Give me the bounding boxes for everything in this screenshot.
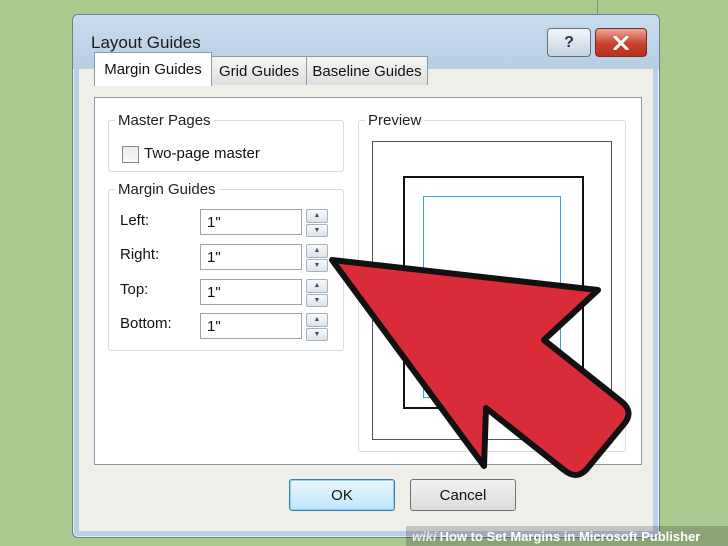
watermark-text: How to Set Margins in Microsoft Publishe… <box>439 528 701 544</box>
close-button[interactable] <box>595 28 647 57</box>
bottom-margin-input[interactable] <box>200 313 302 339</box>
left-margin-input[interactable] <box>200 209 302 235</box>
top-margin-stepper[interactable]: ▲ ▼ <box>306 279 328 307</box>
spin-down-icon[interactable]: ▼ <box>306 223 328 237</box>
spin-down-icon[interactable]: ▼ <box>306 258 328 272</box>
spin-up-icon[interactable]: ▲ <box>306 244 328 258</box>
tab-grid-guides[interactable]: Grid Guides <box>211 56 307 85</box>
dialog-title: Layout Guides <box>91 33 201 52</box>
tab-baseline-guides[interactable]: Baseline Guides <box>306 56 428 85</box>
spin-up-icon[interactable]: ▲ <box>306 313 328 327</box>
ok-button[interactable]: OK <box>289 479 395 511</box>
left-label: Left: <box>120 212 150 229</box>
right-margin-stepper[interactable]: ▲ ▼ <box>306 244 328 272</box>
help-icon: ? <box>564 33 574 51</box>
left-margin-stepper[interactable]: ▲ ▼ <box>306 209 328 237</box>
two-page-master-label: Two-page master <box>144 145 260 162</box>
spin-up-icon[interactable]: ▲ <box>306 279 328 293</box>
bottom-label: Bottom: <box>120 315 172 332</box>
spin-up-icon[interactable]: ▲ <box>306 209 328 223</box>
tab-grid-guides-label: Grid Guides <box>218 62 300 80</box>
bottom-margin-stepper[interactable]: ▲ ▼ <box>306 313 328 341</box>
tab-margin-guides-label: Margin Guides <box>104 61 202 78</box>
watermark-wiki: wiki <box>412 528 437 544</box>
right-label: Right: <box>120 246 160 263</box>
two-page-master-checkbox[interactable] <box>122 146 139 163</box>
cancel-label: Cancel <box>439 486 487 504</box>
watermark-banner: wiki How to Set Margins in Microsoft Pub… <box>406 526 728 546</box>
margin-guides-legend: Margin Guides <box>118 181 216 198</box>
help-button[interactable]: ? <box>547 28 591 57</box>
master-pages-group: Master Pages <box>108 112 344 172</box>
right-margin-input[interactable] <box>200 244 302 270</box>
master-pages-legend: Master Pages <box>118 112 211 129</box>
tab-baseline-guides-label: Baseline Guides <box>312 62 422 80</box>
ok-label: OK <box>331 486 353 504</box>
preview-legend: Preview <box>368 112 422 129</box>
background-line <box>597 0 598 14</box>
spin-down-icon[interactable]: ▼ <box>306 327 328 341</box>
top-margin-input[interactable] <box>200 279 302 305</box>
close-x-icon <box>613 35 629 50</box>
cancel-button[interactable]: Cancel <box>410 479 516 511</box>
top-label: Top: <box>120 281 149 298</box>
tab-margin-guides[interactable]: Margin Guides <box>94 52 212 86</box>
preview-margin-guides <box>423 196 561 398</box>
spin-down-icon[interactable]: ▼ <box>306 293 328 307</box>
